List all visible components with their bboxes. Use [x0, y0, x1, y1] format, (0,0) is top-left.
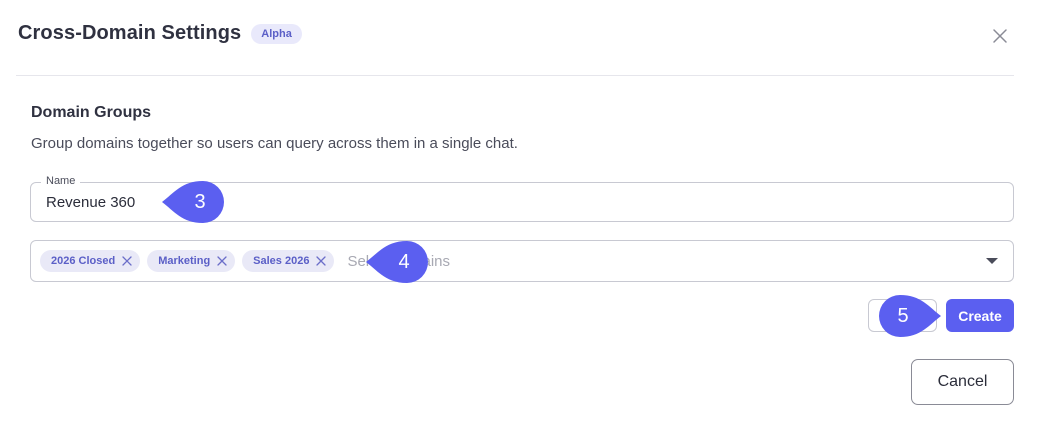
chip-remove-icon[interactable]	[315, 255, 327, 267]
marker-label: 5	[897, 305, 909, 327]
marker-label: 4	[398, 251, 410, 273]
chevron-down-icon[interactable]	[985, 256, 999, 266]
close-button[interactable]	[988, 24, 1012, 48]
domain-chip: Marketing	[147, 250, 236, 272]
section-description: Group domains together so users can quer…	[31, 135, 518, 152]
step-marker-3: 3	[160, 181, 224, 223]
create-button[interactable]: Create	[946, 299, 1014, 332]
domain-chip-label: Sales 2026	[253, 255, 310, 267]
dialog-title: Cross-Domain Settings	[18, 22, 242, 44]
domains-select[interactable]: 2026 Closed Marketing Sales 2026	[30, 240, 1014, 282]
domain-chip: Sales 2026	[242, 250, 335, 272]
chip-remove-icon[interactable]	[216, 255, 228, 267]
step-marker-4: 4	[364, 241, 428, 283]
domain-chip-label: 2026 Closed	[51, 255, 116, 267]
alpha-badge: Alpha	[251, 23, 302, 44]
header-divider	[16, 75, 1014, 76]
close-icon	[993, 29, 1007, 43]
step-marker-5: 5	[879, 295, 941, 337]
marker-label: 3	[194, 191, 206, 213]
dialog-header: Cross-Domain Settings Alpha	[18, 22, 302, 45]
domain-chip-label: Marketing	[158, 255, 211, 267]
chip-remove-icon[interactable]	[121, 255, 133, 267]
cancel-button[interactable]: Cancel	[911, 359, 1014, 405]
domain-chip: 2026 Closed	[40, 250, 141, 272]
section-title: Domain Groups	[31, 104, 152, 121]
